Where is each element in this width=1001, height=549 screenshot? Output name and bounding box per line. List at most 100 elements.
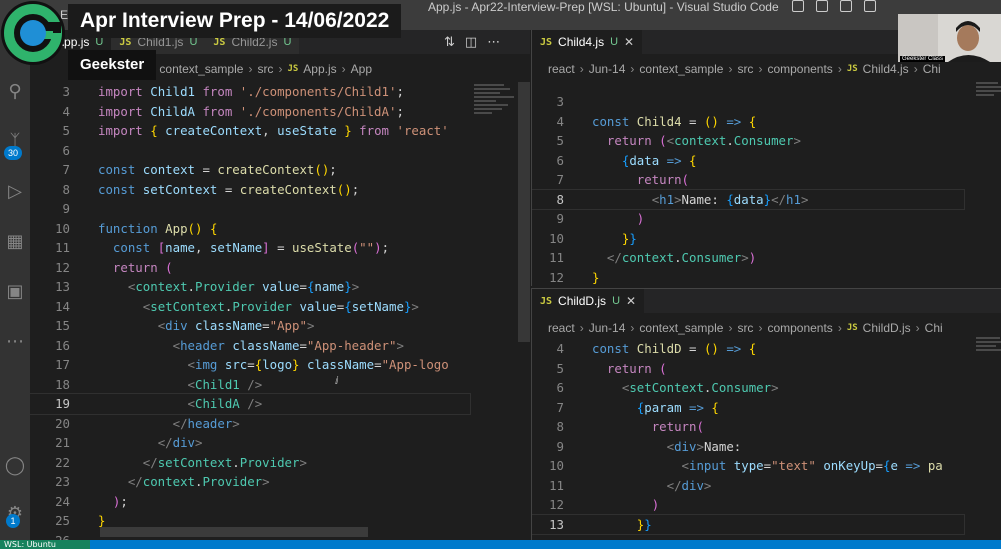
code-line[interactable]: 6 <setContext.Consumer>: [532, 378, 964, 398]
code-line[interactable]: 5 return (<context.Consumer>: [532, 131, 964, 151]
tab-childd-js[interactable]: JS ChildD.js U ✕: [532, 289, 645, 313]
code-editor[interactable]: 4 const ChildD = () => {5 return (6 <setC…: [532, 339, 965, 535]
line-source: ): [651, 497, 660, 512]
breadcrumb-item[interactable]: react: [548, 62, 575, 76]
code-line[interactable]: 7 return(: [532, 170, 964, 190]
code-line[interactable]: 8 const setContext = createContext();: [30, 180, 470, 200]
code-editor[interactable]: 3 4 const Child4 = () => {5 return (<conte…: [532, 92, 965, 287]
search-icon[interactable]: ⚲: [0, 76, 30, 106]
toggle-secondary-sidebar-icon[interactable]: [840, 0, 852, 12]
line-number: 3: [556, 94, 564, 109]
breadcrumb-item[interactable]: Jun-14: [589, 321, 626, 335]
minimap[interactable]: [972, 335, 1001, 375]
split-editor-icon[interactable]: ◫: [465, 35, 477, 50]
code-line[interactable]: 6: [30, 141, 470, 161]
breadcrumb-item[interactable]: Chi: [923, 62, 941, 76]
breadcrumb-item[interactable]: Jun-14: [589, 62, 626, 76]
code-line[interactable]: 12 ): [532, 495, 964, 515]
code-line[interactable]: 22 </setContext.Provider>: [30, 453, 470, 473]
line-number: 9: [556, 438, 564, 454]
customize-layout-icon[interactable]: [864, 0, 876, 12]
code-line[interactable]: 3: [532, 92, 964, 112]
breadcrumb-item[interactable]: App.js: [303, 62, 336, 76]
breadcrumb-separator-icon: ›: [913, 62, 918, 76]
account-icon[interactable]: ◯: [0, 450, 30, 480]
code-line[interactable]: 3 import Child1 from './components/Child1…: [30, 82, 470, 102]
code-line[interactable]: 9 <div>Name:: [532, 437, 964, 457]
code-line[interactable]: 10 function App() {: [30, 219, 470, 239]
breadcrumb-item[interactable]: src: [737, 62, 753, 76]
code-line[interactable]: 5 return (: [532, 359, 964, 379]
breadcrumb-item[interactable]: components: [767, 62, 832, 76]
code-line[interactable]: 14 <setContext.Provider value={setName}>: [30, 297, 470, 317]
brand-label: Geekster: [68, 50, 157, 80]
breadcrumb-item[interactable]: Chi: [925, 321, 943, 335]
code-line[interactable]: 6 {data => {: [532, 151, 964, 171]
code-line[interactable]: 8 <h1>Name: {data}</h1>: [532, 188, 965, 210]
code-line[interactable]: 11 </context.Consumer>): [532, 248, 964, 268]
code-line[interactable]: 10 }}: [532, 229, 964, 249]
breadcrumb-item[interactable]: context_sample: [639, 62, 723, 76]
minimap[interactable]: [470, 82, 522, 162]
horizontal-scrollbar[interactable]: [100, 527, 368, 537]
breadcrumb-item[interactable]: context_sample: [639, 321, 723, 335]
code-line[interactable]: 18 <Child1 />: [30, 375, 470, 395]
breadcrumb-item[interactable]: react: [548, 321, 575, 335]
close-tab-icon[interactable]: ✕: [624, 35, 634, 49]
more-icon[interactable]: ⋯: [0, 326, 30, 356]
minimap[interactable]: [972, 80, 1001, 126]
layout-controls[interactable]: [792, 0, 876, 16]
line-number: 26: [55, 532, 70, 541]
vertical-scrollbar[interactable]: [518, 82, 530, 342]
code-line[interactable]: 20 </header>: [30, 414, 470, 434]
code-line[interactable]: 24 );: [30, 492, 470, 512]
breadcrumb-item[interactable]: context_sample: [159, 62, 243, 76]
line-source: </setContext.Provider>: [142, 454, 307, 470]
code-line[interactable]: 7 {param => {: [532, 398, 964, 418]
breadcrumb-item[interactable]: src: [737, 321, 753, 335]
line-number: 23: [55, 474, 70, 489]
code-line[interactable]: 9: [30, 199, 470, 219]
code-line[interactable]: 13 <context.Provider value={name}>: [30, 277, 470, 297]
breadcrumb-item[interactable]: Child4.js: [863, 62, 909, 76]
line-source: <context.Provider value={name}>: [127, 279, 360, 294]
code-line[interactable]: 10 <input type="text" onKeyUp={e => pa: [532, 456, 964, 476]
code-line[interactable]: 11 </div>: [532, 476, 964, 496]
line-source: <setContext.Provider value={setName}>: [142, 298, 419, 314]
toggle-sidebar-icon[interactable]: [792, 0, 804, 12]
run-debug-icon[interactable]: ▷: [0, 176, 30, 206]
code-line[interactable]: 11 const [name, setName] = useState("");: [30, 238, 470, 258]
line-source: return(: [636, 172, 689, 187]
more-actions-icon[interactable]: ⋯: [487, 35, 500, 50]
code-line[interactable]: 5 import { createContext, useState } from…: [30, 121, 470, 141]
remote-indicator[interactable]: WSL: Ubuntu: [0, 540, 90, 549]
code-line[interactable]: 9 ): [532, 209, 964, 229]
breadcrumb-item[interactable]: ChildD.js: [863, 321, 911, 335]
code-line[interactable]: 15 <div className="App">: [30, 316, 470, 336]
breadcrumb-item[interactable]: App: [351, 62, 372, 76]
code-line[interactable]: 12}: [532, 268, 964, 287]
extensions-icon[interactable]: ▦: [0, 226, 30, 256]
code-line[interactable]: 12 return (: [30, 258, 470, 278]
code-line[interactable]: 7 const context = createContext();: [30, 160, 470, 180]
code-line[interactable]: 4 const Child4 = () => {: [532, 112, 964, 132]
close-tab-icon[interactable]: ✕: [626, 294, 636, 308]
line-source: const setContext = createContext();: [98, 181, 360, 197]
code-line[interactable]: 13 }}: [532, 513, 965, 535]
breadcrumb-separator-icon: ›: [758, 62, 763, 76]
code-line[interactable]: 4 import ChildA from './components/ChildA…: [30, 102, 470, 122]
code-editor[interactable]: 3 import Child1 from './components/Child1…: [30, 82, 471, 541]
code-line[interactable]: 8 return(: [532, 417, 964, 437]
code-line[interactable]: 17 <img src={logo} className="App-logo: [30, 355, 470, 375]
code-line[interactable]: 4 const ChildD = () => {: [532, 339, 964, 359]
code-line[interactable]: 23 </context.Provider>: [30, 472, 470, 492]
code-line[interactable]: 19 <ChildA />: [30, 393, 471, 415]
code-line[interactable]: 16 <header className="App-header">: [30, 336, 470, 356]
tab-child4-js[interactable]: JS Child4.js U ✕: [532, 30, 643, 54]
breadcrumb-item[interactable]: src: [257, 62, 273, 76]
toggle-panel-icon[interactable]: [816, 0, 828, 12]
compare-changes-icon[interactable]: ⇅: [444, 35, 455, 50]
code-line[interactable]: 21 </div>: [30, 433, 470, 453]
breadcrumb-item[interactable]: components: [767, 321, 832, 335]
remote-explorer-icon[interactable]: ▣: [0, 276, 30, 306]
